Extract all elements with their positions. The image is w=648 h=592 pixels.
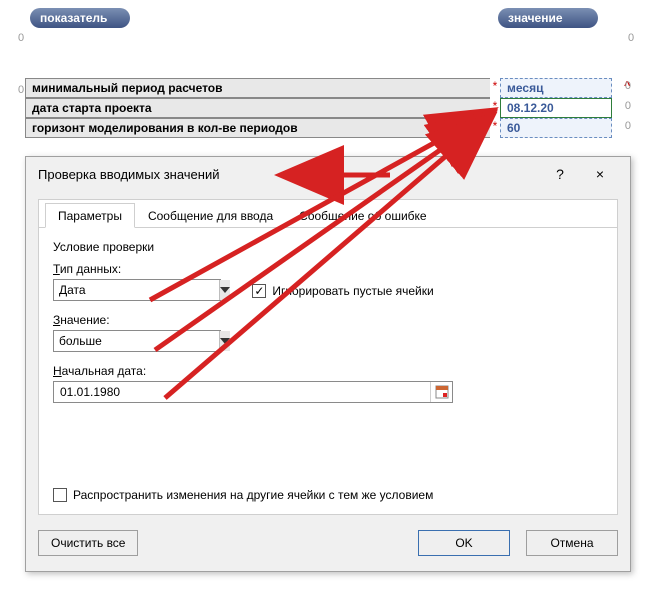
param-value-cell-selected[interactable]: 08.12.20 xyxy=(500,98,612,118)
cancel-button[interactable]: Отмена xyxy=(526,530,618,556)
propagate-checkbox-row[interactable]: Распространить изменения на другие ячейк… xyxy=(53,488,433,502)
tab-strip: Параметры Сообщение для ввода Сообщение … xyxy=(39,200,617,228)
close-button[interactable]: × xyxy=(580,162,620,186)
dialog-footer: Очистить все OK Отмена xyxy=(38,527,618,559)
label-data-type: Тип данных: xyxy=(53,262,603,276)
chevron-down-icon[interactable] xyxy=(219,331,230,351)
start-date-input[interactable] xyxy=(53,381,453,403)
data-type-input[interactable] xyxy=(54,280,219,300)
data-validation-dialog: Проверка вводимых значений ? × Параметры… xyxy=(25,156,631,572)
param-value-cell[interactable]: месяц xyxy=(500,78,612,98)
group-title: Условие проверки xyxy=(53,240,603,254)
required-asterisk: * xyxy=(490,78,500,98)
tab-error-alert[interactable]: Сообщение об ошибке xyxy=(286,203,439,228)
table-row: дата старта проекта * 08.12.20 0 xyxy=(25,98,631,118)
param-label: дата старта проекта xyxy=(25,98,490,118)
tab-parameters[interactable]: Параметры xyxy=(45,203,135,228)
param-label: минимальный период расчетов xyxy=(25,78,490,98)
checkbox-icon[interactable] xyxy=(252,284,266,298)
ignore-blank-checkbox-row[interactable]: Игнорировать пустые ячейки xyxy=(252,284,433,298)
data-type-combo[interactable] xyxy=(53,279,221,301)
comparison-combo[interactable] xyxy=(53,330,221,352)
dialog-body: Параметры Сообщение для ввода Сообщение … xyxy=(38,199,618,515)
chevron-down-icon[interactable] xyxy=(219,280,230,300)
ok-button[interactable]: OK xyxy=(418,530,510,556)
gutter-number: 0 xyxy=(612,98,631,118)
param-label: горизонт моделирования в кол-ве периодов xyxy=(25,118,490,138)
required-asterisk: * xyxy=(490,118,500,138)
dialog-titlebar: Проверка вводимых значений ? × xyxy=(26,157,630,191)
start-date-field[interactable] xyxy=(54,385,430,399)
propagate-label: Распространить изменения на другие ячейк… xyxy=(73,488,433,502)
ignore-blank-label: Игнорировать пустые ячейки xyxy=(272,284,433,298)
gutter-number: 0 xyxy=(612,118,631,138)
dialog-title: Проверка вводимых значений xyxy=(38,167,540,182)
column-header-indicator: показатель xyxy=(30,8,130,28)
tab-input-message[interactable]: Сообщение для ввода xyxy=(135,203,286,228)
table-row: минимальный период расчетов * месяц 0 xyxy=(25,78,631,98)
help-button[interactable]: ? xyxy=(540,162,580,186)
param-value-cell[interactable]: 60 xyxy=(500,118,612,138)
comparison-input[interactable] xyxy=(54,331,219,351)
tab-pane-parameters: Условие проверки Тип данных: Игнорироват… xyxy=(39,228,617,409)
gutter-number: 0 xyxy=(18,32,24,44)
gutter-number: 0 xyxy=(18,84,24,96)
label-comparison: Значение: xyxy=(53,313,603,327)
required-asterisk: * xyxy=(490,98,500,118)
column-header-value: значение xyxy=(498,8,598,28)
gutter-number: 0 xyxy=(628,32,634,44)
range-picker-icon[interactable] xyxy=(430,382,452,402)
table-row: горизонт моделирования в кол-ве периодов… xyxy=(25,118,631,138)
clear-all-button[interactable]: Очистить все xyxy=(38,530,138,556)
checkbox-icon[interactable] xyxy=(53,488,67,502)
gutter-number: 0 xyxy=(612,78,631,98)
label-start-date: Начальная дата: xyxy=(53,364,603,378)
